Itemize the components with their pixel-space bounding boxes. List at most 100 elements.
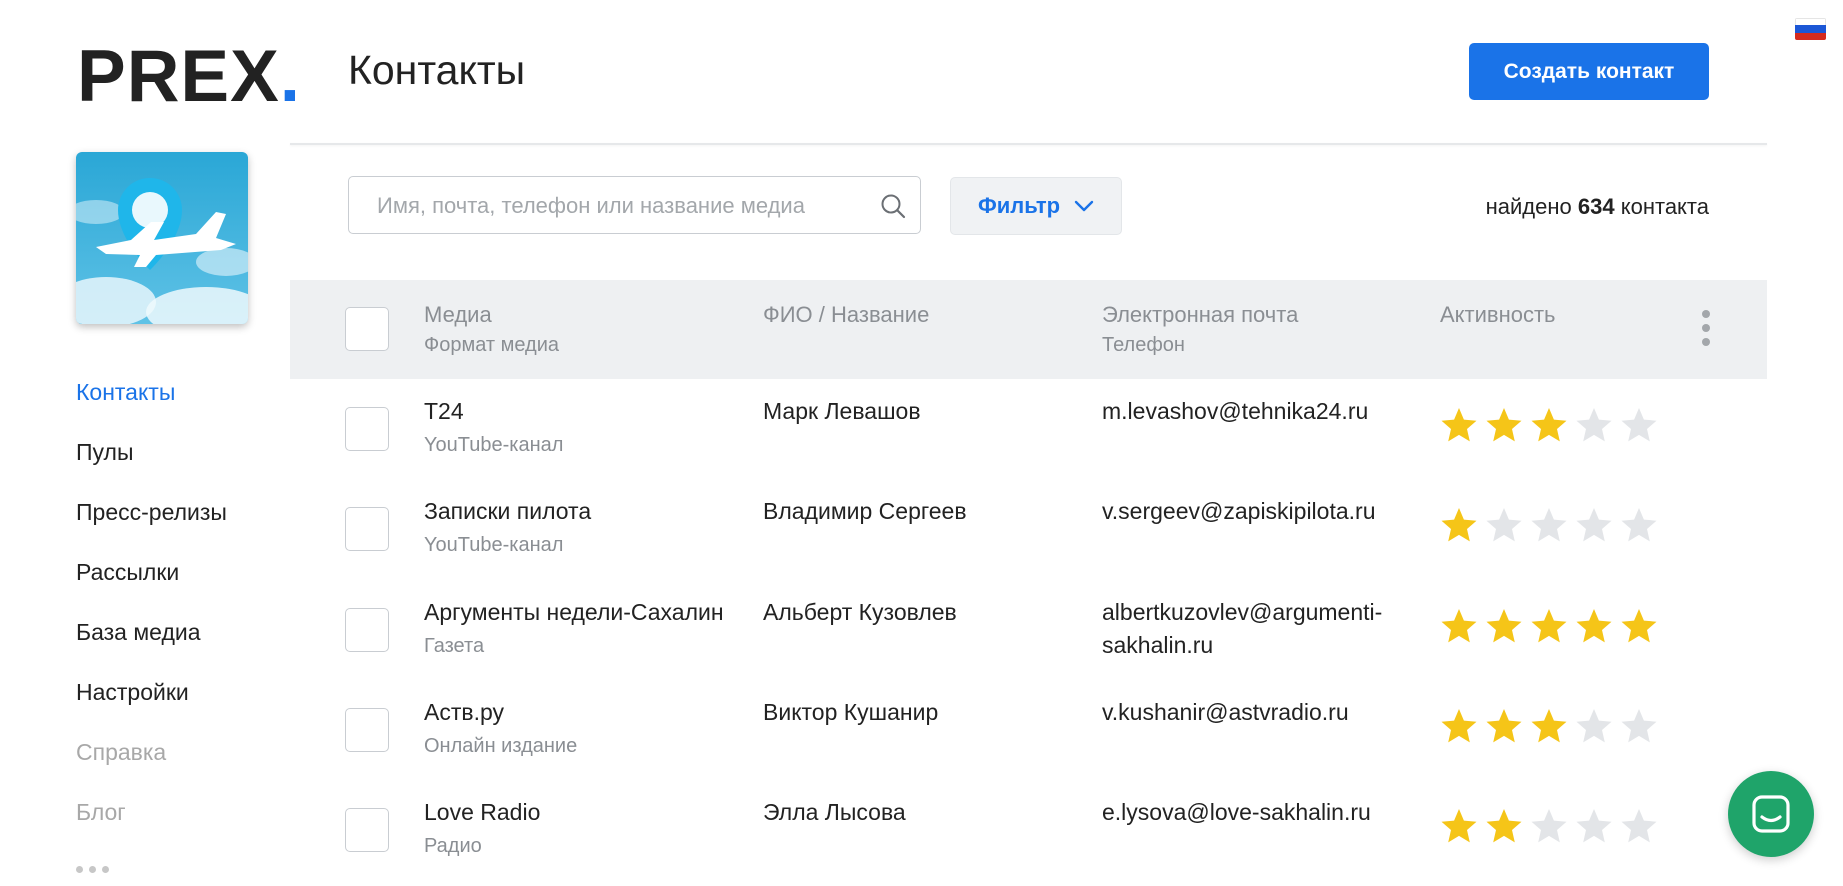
media-name[interactable]: Love Radio	[424, 796, 540, 829]
select-all-checkbox[interactable]	[345, 307, 389, 351]
star-icon[interactable]	[1485, 506, 1523, 544]
media-format: Онлайн издание	[424, 735, 578, 757]
search-input[interactable]	[377, 191, 837, 221]
star-icon[interactable]	[1575, 607, 1613, 645]
rating[interactable]	[1440, 707, 1658, 745]
sidebar-item-blog[interactable]: Блог	[76, 796, 227, 856]
star-icon[interactable]	[1575, 707, 1613, 745]
star-icon[interactable]	[1620, 807, 1658, 845]
star-icon[interactable]	[1575, 506, 1613, 544]
star-icon[interactable]	[1485, 807, 1523, 845]
flag-icon[interactable]	[1795, 18, 1826, 40]
star-icon[interactable]	[1530, 506, 1568, 544]
contact-email[interactable]: albertkuzovlev@argumenti-sakhalin.ru	[1102, 596, 1392, 662]
row-checkbox[interactable]	[345, 808, 389, 852]
media-cell: Аств.ру Онлайн издание	[424, 696, 577, 763]
star-icon[interactable]	[1575, 807, 1613, 845]
table-row[interactable]: T24 YouTube-канал Марк Левашов m.levasho…	[290, 395, 1767, 495]
row-checkbox[interactable]	[345, 608, 389, 652]
star-icon[interactable]	[1620, 607, 1658, 645]
column-activity-title: Активность	[1440, 302, 1556, 327]
rating[interactable]	[1440, 607, 1658, 645]
contact-name[interactable]: Марк Левашов	[763, 395, 921, 428]
column-name-title: ФИО / Название	[763, 302, 930, 327]
brand-dot: .	[279, 36, 302, 117]
avatar[interactable]	[76, 152, 248, 324]
chevron-down-icon	[1074, 200, 1094, 212]
media-name[interactable]: Аргументы недели-Сахалин	[424, 596, 724, 629]
sidebar-nav: Контакты Пулы Пресс-релизы Рассылки База…	[76, 376, 227, 856]
star-icon[interactable]	[1530, 406, 1568, 444]
contact-name[interactable]: Альберт Кузовлев	[763, 596, 957, 629]
star-icon[interactable]	[1440, 607, 1478, 645]
sidebar-item-contacts[interactable]: Контакты	[76, 376, 227, 436]
row-checkbox[interactable]	[345, 407, 389, 451]
results-number: 634	[1577, 194, 1615, 219]
contact-email[interactable]: e.lysova@love-sakhalin.ru	[1102, 796, 1392, 829]
sidebar-item-press-releases[interactable]: Пресс-релизы	[76, 496, 227, 556]
table-row[interactable]: Аств.ру Онлайн издание Виктор Кушанир v.…	[290, 696, 1767, 796]
star-icon[interactable]	[1620, 506, 1658, 544]
star-icon[interactable]	[1485, 406, 1523, 444]
chat-button[interactable]	[1728, 771, 1814, 857]
rating[interactable]	[1440, 506, 1658, 544]
brand-name: PREX	[77, 36, 280, 117]
column-media[interactable]: Медиа Формат медиа	[424, 300, 559, 360]
contact-name[interactable]: Владимир Сергеев	[763, 495, 967, 528]
brand-logo[interactable]: PREX.	[77, 40, 301, 113]
column-email[interactable]: Электронная почта Телефон	[1102, 300, 1298, 360]
media-cell: T24 YouTube-канал	[424, 395, 563, 462]
create-contact-button[interactable]: Создать контакт	[1469, 43, 1709, 100]
search-icon[interactable]	[880, 193, 906, 219]
name-cell: Владимир Сергеев	[763, 495, 967, 528]
kebab-menu-icon[interactable]	[1702, 310, 1710, 346]
table-header: Медиа Формат медиа ФИО / Название Электр…	[290, 280, 1767, 379]
star-icon[interactable]	[1620, 406, 1658, 444]
page-title: Контакты	[348, 47, 526, 93]
contact-email[interactable]: v.kushanir@astvradio.ru	[1102, 696, 1392, 729]
name-cell: Марк Левашов	[763, 395, 921, 428]
contact-name[interactable]: Виктор Кушанир	[763, 696, 938, 729]
contact-name[interactable]: Элла Лысова	[763, 796, 906, 829]
star-icon[interactable]	[1620, 707, 1658, 745]
contact-email[interactable]: v.sergeev@zapiskipilota.ru	[1102, 495, 1392, 528]
sidebar-item-mailings[interactable]: Рассылки	[76, 556, 227, 616]
star-icon[interactable]	[1485, 707, 1523, 745]
table-row[interactable]: Love Radio Радио Элла Лысова e.lysova@lo…	[290, 796, 1767, 886]
table-row[interactable]: Аргументы недели-Сахалин Газета Альберт …	[290, 596, 1767, 696]
sidebar-item-settings[interactable]: Настройки	[76, 676, 227, 736]
star-icon[interactable]	[1440, 807, 1478, 845]
media-name[interactable]: Записки пилота	[424, 495, 591, 528]
star-icon[interactable]	[1440, 707, 1478, 745]
more-icon[interactable]	[76, 866, 109, 873]
star-icon[interactable]	[1530, 807, 1568, 845]
table-row[interactable]: Записки пилота YouTube-канал Владимир Се…	[290, 495, 1767, 595]
results-suffix: контакта	[1620, 194, 1709, 219]
rating[interactable]	[1440, 807, 1658, 845]
filter-button[interactable]: Фильтр	[950, 177, 1122, 235]
column-name[interactable]: ФИО / Название	[763, 300, 929, 330]
media-name[interactable]: Аств.ру	[424, 696, 577, 729]
star-icon[interactable]	[1575, 406, 1613, 444]
name-cell: Виктор Кушанир	[763, 696, 938, 729]
row-checkbox[interactable]	[345, 507, 389, 551]
media-name[interactable]: T24	[424, 395, 563, 428]
results-prefix: найдено	[1485, 194, 1572, 219]
sidebar-item-help[interactable]: Справка	[76, 736, 227, 796]
sidebar-item-pools[interactable]: Пулы	[76, 436, 227, 496]
avatar-image	[76, 152, 248, 324]
column-activity[interactable]: Активность	[1440, 300, 1556, 330]
name-cell: Элла Лысова	[763, 796, 906, 829]
star-icon[interactable]	[1530, 607, 1568, 645]
rating[interactable]	[1440, 406, 1658, 444]
row-checkbox[interactable]	[345, 708, 389, 752]
star-icon[interactable]	[1485, 607, 1523, 645]
star-icon[interactable]	[1440, 506, 1478, 544]
header-divider	[290, 143, 1767, 145]
sidebar-item-media-base[interactable]: База медиа	[76, 616, 227, 676]
search-box[interactable]	[348, 176, 921, 234]
star-icon[interactable]	[1440, 406, 1478, 444]
media-cell: Записки пилота YouTube-канал	[424, 495, 591, 562]
contact-email[interactable]: m.levashov@tehnika24.ru	[1102, 395, 1392, 428]
star-icon[interactable]	[1530, 707, 1568, 745]
